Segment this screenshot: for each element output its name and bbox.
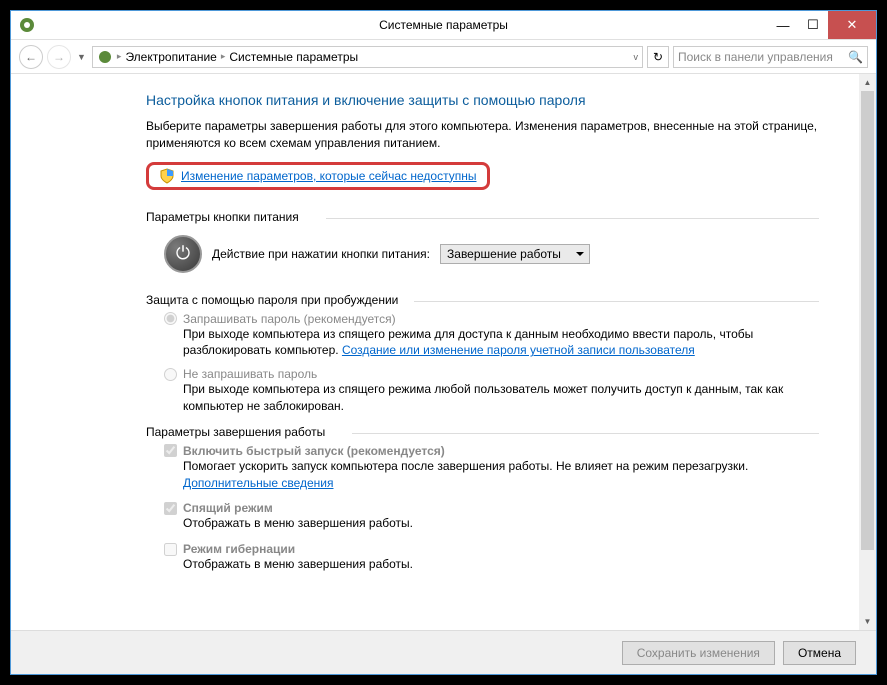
check-hibernate: Режим гибернации Отображать в меню завер… — [164, 542, 819, 573]
radio-require-password-desc: При выходе компьютера из спящего режима … — [183, 326, 819, 360]
check-sleep-desc: Отображать в меню завершения работы. — [183, 515, 819, 532]
breadcrumb-item-2[interactable]: Системные параметры — [229, 50, 358, 64]
power-icon: ⏻ — [164, 235, 202, 273]
crumb-sep-icon: ▸ — [117, 51, 122, 62]
content: Настройка кнопок питания и включение защ… — [11, 74, 859, 630]
section-shutdown-title: Параметры завершения работы — [146, 425, 819, 439]
radio-no-password-input[interactable] — [164, 368, 177, 381]
check-fast-startup-label: Включить быстрый запуск (рекомендуется) — [183, 444, 445, 458]
intro-text: Выберите параметры завершения работы для… — [146, 118, 819, 152]
address-dropdown-icon[interactable]: v — [634, 52, 639, 62]
radio-require-password-label: Запрашивать пароль (рекомендуется) — [183, 312, 396, 326]
refresh-button[interactable]: ↻ — [647, 46, 669, 68]
close-button[interactable]: ✕ — [828, 11, 876, 39]
scroll-thumb[interactable] — [861, 91, 874, 550]
check-sleep-input[interactable] — [164, 502, 177, 515]
scroll-up-button[interactable]: ▲ — [859, 74, 876, 91]
fast-startup-more-link[interactable]: Дополнительные сведения — [183, 476, 333, 490]
app-icon — [19, 17, 35, 33]
window-title: Системные параметры — [379, 18, 508, 32]
footer: Сохранить изменения Отмена — [11, 630, 876, 674]
section-power-buttons-title: Параметры кнопки питания — [146, 210, 819, 224]
check-fast-startup-input[interactable] — [164, 444, 177, 457]
forward-button[interactable]: → — [47, 45, 71, 69]
search-input[interactable]: Поиск в панели управления 🔍 — [673, 46, 868, 68]
change-unavailable-settings-link[interactable]: Изменение параметров, которые сейчас нед… — [181, 169, 477, 183]
navigation-bar: ← → ▼ ▸ Электропитание ▸ Системные парам… — [11, 40, 876, 74]
radio-no-password-label: Не запрашивать пароль — [183, 367, 317, 381]
page-heading: Настройка кнопок питания и включение защ… — [146, 92, 819, 108]
change-settings-link-box: Изменение параметров, которые сейчас нед… — [146, 162, 490, 190]
check-fast-startup: Включить быстрый запуск (рекомендуется) … — [164, 444, 819, 492]
scroll-down-button[interactable]: ▼ — [859, 613, 876, 630]
check-sleep-label: Спящий режим — [183, 501, 273, 515]
minimize-button[interactable]: — — [768, 11, 798, 39]
check-sleep: Спящий режим Отображать в меню завершени… — [164, 501, 819, 532]
scroll-track[interactable] — [859, 91, 876, 613]
section-password-title: Защита с помощью пароля при пробуждении — [146, 293, 819, 307]
titlebar: Системные параметры — ☐ ✕ — [11, 11, 876, 40]
search-placeholder: Поиск в панели управления — [678, 50, 833, 64]
search-icon: 🔍 — [848, 50, 863, 64]
check-fast-startup-desc: Помогает ускорить запуск компьютера посл… — [183, 458, 819, 492]
window-controls: — ☐ ✕ — [768, 11, 876, 39]
power-action-select[interactable]: Завершение работы — [440, 244, 590, 264]
check-hibernate-label: Режим гибернации — [183, 542, 295, 556]
radio-require-password-input[interactable] — [164, 312, 177, 325]
radio-require-password: Запрашивать пароль (рекомендуется) При в… — [164, 312, 819, 360]
address-bar[interactable]: ▸ Электропитание ▸ Системные параметры v — [92, 46, 643, 68]
maximize-button[interactable]: ☐ — [798, 11, 828, 39]
scrollbar[interactable]: ▲ ▼ — [859, 74, 876, 630]
check-hibernate-desc: Отображать в меню завершения работы. — [183, 556, 819, 573]
crumb-sep-icon: ▸ — [221, 51, 226, 62]
cancel-button[interactable]: Отмена — [783, 641, 856, 665]
power-action-label: Действие при нажатии кнопки питания: — [212, 247, 430, 261]
check-hibernate-input[interactable] — [164, 543, 177, 556]
back-button[interactable]: ← — [19, 45, 43, 69]
shield-icon — [159, 168, 175, 184]
radio-no-password: Не запрашивать пароль При выходе компьют… — [164, 367, 819, 415]
breadcrumb-item-1[interactable]: Электропитание — [125, 50, 216, 64]
address-icon — [97, 49, 113, 65]
power-button-row: ⏻ Действие при нажатии кнопки питания: З… — [146, 229, 819, 287]
create-password-link[interactable]: Создание или изменение пароля учетной за… — [342, 343, 695, 357]
radio-no-password-desc: При выходе компьютера из спящего режима … — [183, 381, 819, 415]
history-dropdown[interactable]: ▼ — [75, 52, 88, 62]
save-button[interactable]: Сохранить изменения — [622, 641, 775, 665]
window: Системные параметры — ☐ ✕ ← → ▼ ▸ Электр… — [10, 10, 877, 675]
